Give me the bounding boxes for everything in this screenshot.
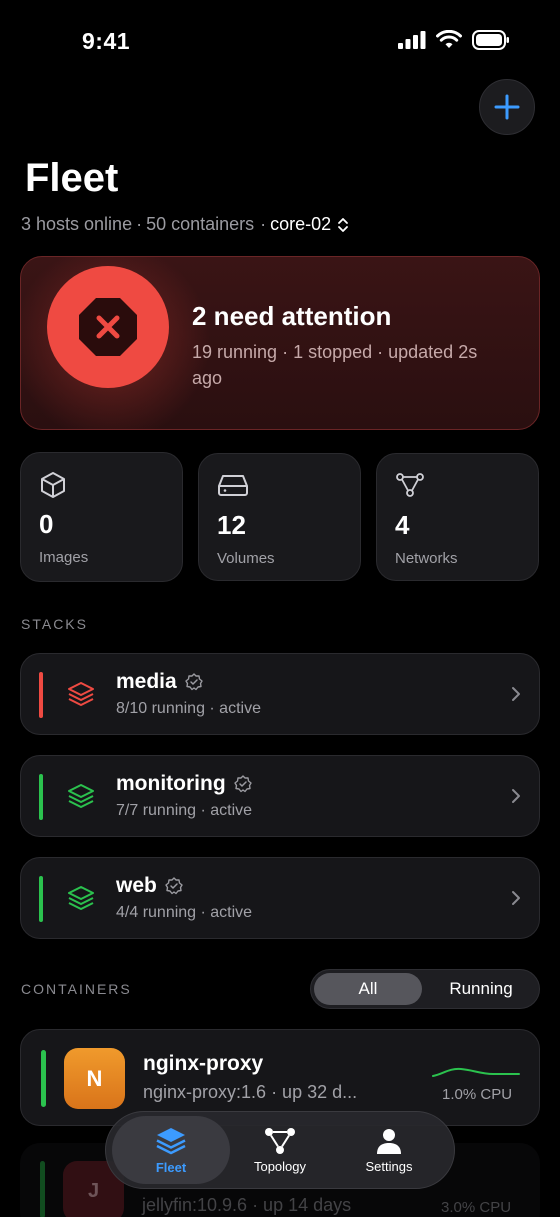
container-status-bar	[41, 1050, 46, 1107]
container-status-bar	[40, 1161, 45, 1217]
status-bar: 9:41	[0, 0, 560, 80]
networks-count: 4	[395, 510, 410, 540]
add-button[interactable]	[479, 79, 535, 135]
stack-name-text: monitoring	[116, 772, 226, 795]
layers-icon	[68, 886, 94, 910]
tab-label: Fleet	[155, 1159, 187, 1175]
chevron-right-icon	[512, 789, 520, 803]
stack-status-bar	[39, 672, 43, 718]
network-icon	[396, 473, 424, 497]
separator: ·	[136, 214, 143, 234]
containers-section-label: CONTAINERS	[21, 981, 132, 997]
cellular-signal-icon	[398, 31, 426, 49]
alert-subtitle: 19 running · 1 stopped · updated 2s ago	[192, 342, 478, 388]
battery-icon	[472, 30, 509, 50]
containers-count-text: 50 containers	[146, 214, 255, 234]
volumes-count: 12	[217, 510, 246, 540]
stack-meta: 4/4 running · active	[116, 904, 253, 921]
container-name: nginx-proxy	[143, 1052, 264, 1075]
stack-name-text: media	[116, 670, 177, 693]
container-meta: nginx-proxy:1.6 · up 32 d...	[143, 1082, 358, 1102]
tab-fleet[interactable]: Fleet	[112, 1116, 230, 1184]
verified-badge-icon	[233, 775, 252, 793]
host-selector[interactable]: core-02	[270, 214, 331, 235]
stack-row-web[interactable]: web 4/4 running · active	[20, 857, 540, 939]
stack-name: web	[116, 874, 183, 898]
topology-icon	[265, 1127, 295, 1154]
images-label: Images	[39, 549, 89, 566]
layers-icon	[68, 682, 94, 706]
layers-icon	[68, 784, 94, 808]
stack-meta: 8/10 running · active	[116, 700, 261, 717]
filter-running-tab[interactable]: Running	[426, 973, 536, 1005]
networks-label: Networks	[395, 550, 458, 567]
stack-status-bar	[39, 774, 43, 820]
stack-name: monitoring	[116, 772, 252, 796]
stack-status-bar	[39, 876, 43, 922]
container-filter-segmented: All Running	[310, 969, 540, 1009]
attention-alert-card[interactable]: 2 need attention 19 running · 1 stopped …	[20, 256, 540, 430]
page-title: Fleet	[25, 156, 119, 200]
tab-topology[interactable]: Topology	[221, 1116, 339, 1184]
wifi-icon	[436, 30, 462, 48]
stat-card-images[interactable]: 0 Images	[20, 452, 183, 582]
bottom-tab-bar: Fleet Topology Settings	[105, 1111, 455, 1189]
box-icon	[41, 472, 65, 498]
chevron-right-icon	[512, 687, 520, 701]
plus-icon	[494, 94, 520, 120]
stack-row-monitoring[interactable]: monitoring 7/7 running · active	[20, 755, 540, 837]
stack-meta: 7/7 running · active	[116, 802, 253, 819]
stat-card-volumes[interactable]: 12 Volumes	[198, 453, 361, 581]
stack-row-media[interactable]: media 8/10 running · active	[20, 653, 540, 735]
chevron-updown-icon[interactable]	[337, 217, 349, 233]
stacks-section-label: STACKS	[21, 616, 88, 632]
tab-label: Settings	[365, 1158, 413, 1174]
verified-badge-icon	[185, 673, 203, 691]
volumes-label: Volumes	[217, 550, 275, 567]
error-octagon-icon	[79, 298, 137, 356]
verified-badge-icon	[165, 877, 183, 895]
status-time: 9:41	[82, 28, 131, 54]
stat-card-networks[interactable]: 4 Networks	[376, 453, 539, 581]
tab-label: Topology	[253, 1158, 307, 1174]
alert-title: 2 need attention	[192, 301, 392, 331]
images-count: 0	[39, 509, 54, 539]
person-icon	[377, 1128, 401, 1154]
stack-name: media	[116, 670, 203, 694]
stack-name-text: web	[116, 874, 157, 897]
drive-icon	[218, 475, 248, 496]
container-meta: jellyfin:10.9.6 · up 14 days	[142, 1195, 352, 1215]
tab-settings[interactable]: Settings	[330, 1116, 448, 1184]
hosts-online-text: 3 hosts online	[21, 214, 133, 234]
container-avatar: N	[64, 1048, 125, 1109]
container-cpu: 3.0% CPU	[441, 1199, 512, 1216]
filter-all-tab[interactable]: All	[314, 973, 422, 1005]
container-cpu: 1.0% CPU	[442, 1086, 513, 1103]
layers-icon	[156, 1127, 186, 1154]
status-icons	[398, 30, 510, 50]
fleet-summary: 3 hosts online · 50 containers · core-02	[21, 214, 349, 235]
chevron-right-icon	[512, 891, 520, 905]
cpu-sparkline	[432, 1067, 520, 1077]
separator: ·	[260, 214, 267, 234]
alert-indicator	[47, 266, 169, 388]
